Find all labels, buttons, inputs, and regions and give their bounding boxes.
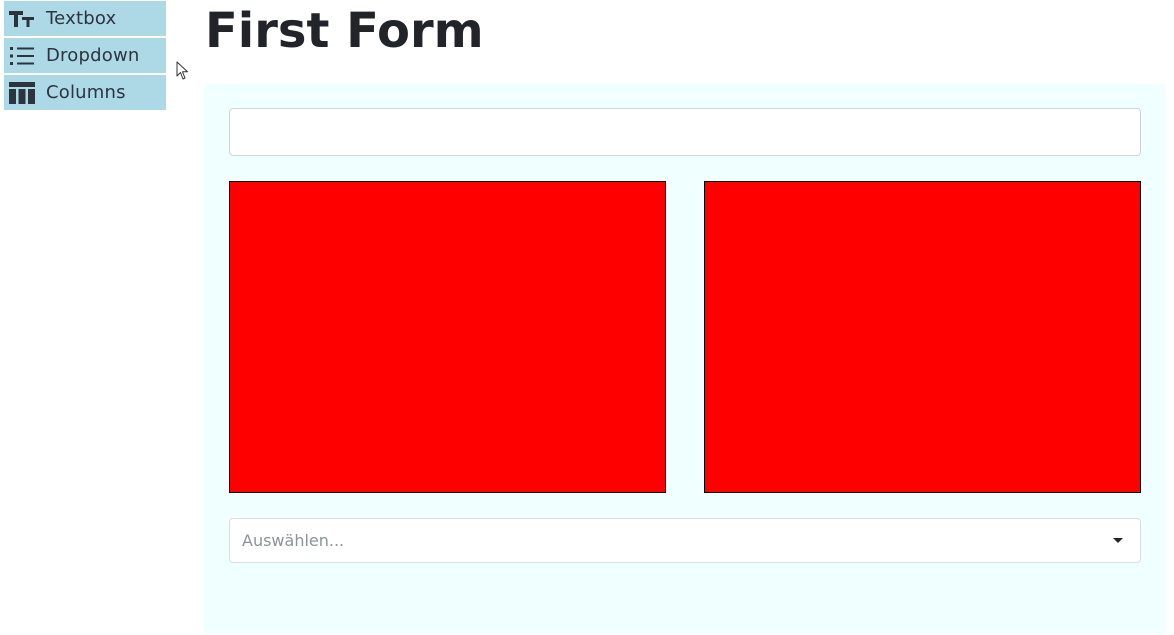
dropdown-placeholder: Auswählen... xyxy=(242,531,345,550)
palette-item-dropdown[interactable]: Dropdown xyxy=(4,38,166,73)
form-dropdown[interactable]: Auswählen... xyxy=(229,518,1141,563)
component-palette: Textbox Dropdown Columns xyxy=(4,1,166,112)
form-textbox[interactable] xyxy=(229,108,1141,156)
column-left[interactable] xyxy=(229,181,666,493)
form-title: First Form xyxy=(205,3,484,59)
list-icon xyxy=(9,43,35,69)
mouse-pointer-icon xyxy=(176,61,190,81)
palette-item-label: Textbox xyxy=(46,8,117,29)
palette-item-columns[interactable]: Columns xyxy=(4,75,166,110)
form-canvas[interactable]: Auswählen... xyxy=(204,84,1165,633)
caret-down-icon xyxy=(1113,538,1123,543)
text-height-icon xyxy=(9,6,35,32)
palette-item-label: Columns xyxy=(46,82,126,103)
palette-item-textbox[interactable]: Textbox xyxy=(4,1,166,36)
column-right[interactable] xyxy=(704,181,1141,493)
table-columns-icon xyxy=(9,80,35,106)
palette-item-label: Dropdown xyxy=(46,45,140,66)
